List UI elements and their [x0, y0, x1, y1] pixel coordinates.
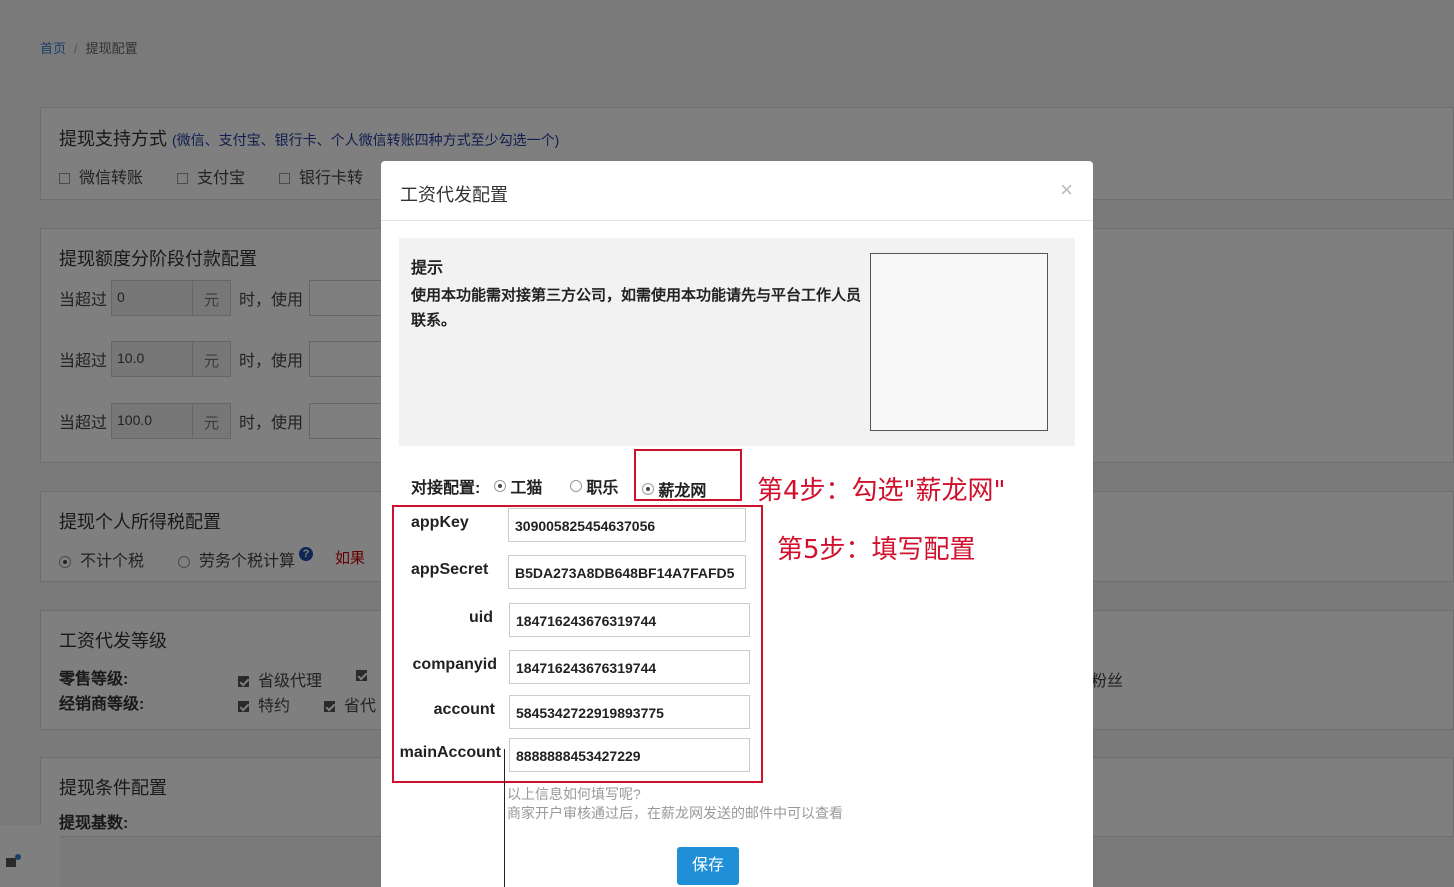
step4-highlight — [634, 449, 742, 501]
mainaccount-label: mainAccount — [399, 744, 501, 761]
connection-config-label: 对接配置: — [411, 480, 481, 497]
modal-title: 工资代发配置 — [400, 185, 508, 205]
appsecret-input[interactable]: B5DA273A8DB648BF14A7FAFD5 — [508, 555, 746, 589]
appkey-input[interactable]: 309005825454637056 — [508, 508, 746, 542]
companyid-label: companyid — [412, 656, 497, 673]
modal-divider — [381, 220, 1093, 221]
divider-line — [504, 749, 505, 887]
appsecret-label: appSecret — [411, 561, 489, 578]
help-text-line1: 以上信息如何填写呢? — [507, 786, 641, 802]
mainaccount-input[interactable]: 8888888453427229 — [509, 738, 750, 772]
companyid-input[interactable]: 184716243676319744 — [509, 650, 750, 684]
account-input[interactable]: 5845342722919893775 — [509, 695, 750, 729]
step5-annotation: 第5步：填写配置 — [777, 535, 976, 565]
help-text-line2: 商家开户审核通过后，在薪龙网发送的邮件中可以查看 — [507, 805, 843, 821]
account-label: account — [433, 701, 495, 718]
conn-option-label: 职乐 — [586, 480, 619, 497]
uid-input[interactable]: 184716243676319744 — [509, 603, 750, 637]
conn-radio-gongmao[interactable]: 工猫 — [494, 474, 542, 498]
radio-icon — [570, 480, 583, 492]
tip-body: 使用本功能需对接第三方公司，如需使用本功能请先与平台工作人员联系。 — [411, 287, 862, 329]
qr-code-image — [870, 253, 1048, 431]
help-text: 以上信息如何填写呢? 商家开户审核通过后，在薪龙网发送的邮件中可以查看 — [507, 785, 843, 823]
payroll-config-modal: 工资代发配置 × 提示 使用本功能需对接第三方公司，如需使用本功能请先与平台工作… — [381, 161, 1093, 887]
save-button[interactable]: 保存 — [677, 847, 739, 885]
tip-box: 提示 使用本功能需对接第三方公司，如需使用本功能请先与平台工作人员联系。 — [399, 238, 1075, 446]
conn-radio-zhile[interactable]: 职乐 — [570, 474, 618, 498]
tip-title: 提示 — [411, 260, 444, 277]
step4-annotation: 第4步：勾选"薪龙网" — [757, 476, 1006, 506]
radio-icon — [494, 480, 507, 492]
conn-option-label: 工猫 — [510, 480, 543, 497]
uid-label: uid — [469, 609, 493, 626]
close-icon[interactable]: × — [1060, 177, 1073, 203]
